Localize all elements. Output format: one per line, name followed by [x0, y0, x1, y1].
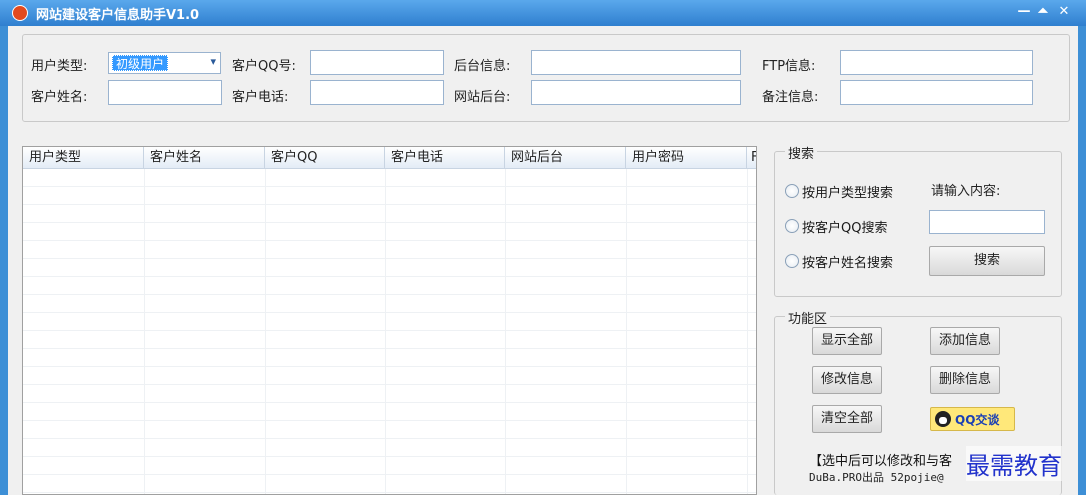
column-header-customer-qq[interactable]: 客户QQ — [265, 147, 385, 169]
site-backend-field[interactable] — [531, 80, 741, 105]
column-divider — [505, 169, 506, 494]
column-header-site-backend[interactable]: 网站后台 — [505, 147, 626, 169]
name-field[interactable] — [108, 80, 222, 105]
phone-label: 客户电话: — [232, 90, 289, 105]
app-logo-icon — [12, 5, 28, 21]
search-prompt: 请输入内容: — [931, 184, 1001, 199]
column-header-user-type[interactable]: 用户类型 — [23, 147, 144, 169]
hint-text: 【选中后可以修改和与客 — [809, 454, 953, 469]
ftp-label: FTP信息: — [762, 59, 816, 74]
credit-text: DuBa.PRO出品 52pojie@ — [809, 471, 944, 484]
column-header-user-password[interactable]: 用户密码 — [626, 147, 747, 169]
remark-label: 备注信息: — [762, 90, 819, 105]
phone-field[interactable] — [310, 80, 444, 105]
search-option-label: 按客户姓名搜索 — [802, 255, 894, 271]
search-group: 搜索 按用户类型搜索 按客户QQ搜索 按客户姓名搜索 请输入内容: 搜索 — [774, 143, 1062, 297]
delete-info-button[interactable]: 删除信息 — [930, 366, 1000, 394]
search-option-label: 按客户QQ搜索 — [802, 220, 888, 236]
column-header-customer-name[interactable]: 客户姓名 — [144, 147, 265, 169]
show-all-button[interactable]: 显示全部 — [812, 327, 882, 355]
table-header: 用户类型 客户姓名 客户QQ 客户电话 网站后台 用户密码 F — [23, 147, 756, 169]
search-option-label: 按用户类型搜索 — [802, 185, 894, 201]
site-backend-label: 网站后台: — [454, 90, 511, 105]
add-info-button[interactable]: 添加信息 — [930, 327, 1000, 355]
name-label: 客户姓名: — [31, 90, 88, 105]
column-divider — [626, 169, 627, 494]
qq-field[interactable] — [310, 50, 444, 75]
column-header-customer-phone[interactable]: 客户电话 — [385, 147, 505, 169]
search-by-user-type-radio[interactable]: 按用户类型搜索 — [785, 182, 894, 201]
user-type-label: 用户类型: — [31, 59, 88, 74]
user-type-select[interactable]: 初级用户 ▾ — [108, 52, 221, 74]
minimize-button[interactable]: — — [1016, 3, 1032, 21]
clear-all-button[interactable]: 清空全部 — [812, 405, 882, 433]
column-header-ftp[interactable]: F — [747, 147, 756, 169]
search-by-qq-radio[interactable]: 按客户QQ搜索 — [785, 217, 888, 236]
watermark: 最需教育 — [966, 446, 1062, 481]
column-divider — [747, 169, 748, 494]
search-by-name-radio[interactable]: 按客户姓名搜索 — [785, 252, 894, 271]
edit-info-button[interactable]: 修改信息 — [812, 366, 882, 394]
title-bar: 网站建设客户信息助手V1.0 — ⏶ ✕ — [0, 0, 1086, 26]
qq-chat-button[interactable]: QQ交谈 — [930, 407, 1015, 431]
close-button[interactable]: ✕ — [1056, 3, 1072, 21]
radio-icon[interactable] — [785, 184, 799, 198]
backend-info-label: 后台信息: — [454, 59, 511, 74]
remark-field[interactable] — [840, 80, 1033, 105]
search-legend: 搜索 — [785, 143, 818, 162]
ftp-field[interactable] — [840, 50, 1033, 75]
column-divider — [385, 169, 386, 494]
column-divider — [265, 169, 266, 494]
table-body[interactable] — [23, 169, 756, 494]
search-input[interactable] — [929, 210, 1045, 234]
radio-icon[interactable] — [785, 254, 799, 268]
chevron-down-icon[interactable]: ▾ — [210, 55, 216, 68]
qq-penguin-icon — [935, 411, 951, 427]
customer-form: 用户类型: 初级用户 ▾ 客户QQ号: 后台信息: FTP信息: 客户姓名: 客… — [22, 34, 1070, 122]
column-divider — [144, 169, 145, 494]
qq-label: 客户QQ号: — [232, 59, 296, 74]
client-area: 用户类型: 初级用户 ▾ 客户QQ号: 后台信息: FTP信息: 客户姓名: 客… — [8, 26, 1078, 495]
search-button[interactable]: 搜索 — [929, 246, 1045, 276]
customer-table[interactable]: 用户类型 客户姓名 客户QQ 客户电话 网站后台 用户密码 F — [22, 146, 757, 495]
function-legend: 功能区 — [785, 308, 831, 327]
maximize-button[interactable]: ⏶ — [1035, 3, 1051, 21]
window-title: 网站建设客户信息助手V1.0 — [36, 8, 200, 23]
radio-icon[interactable] — [785, 219, 799, 233]
qq-chat-label: QQ交谈 — [955, 412, 1000, 427]
user-type-selected-value: 初级用户 — [112, 55, 169, 71]
backend-info-field[interactable] — [531, 50, 741, 75]
